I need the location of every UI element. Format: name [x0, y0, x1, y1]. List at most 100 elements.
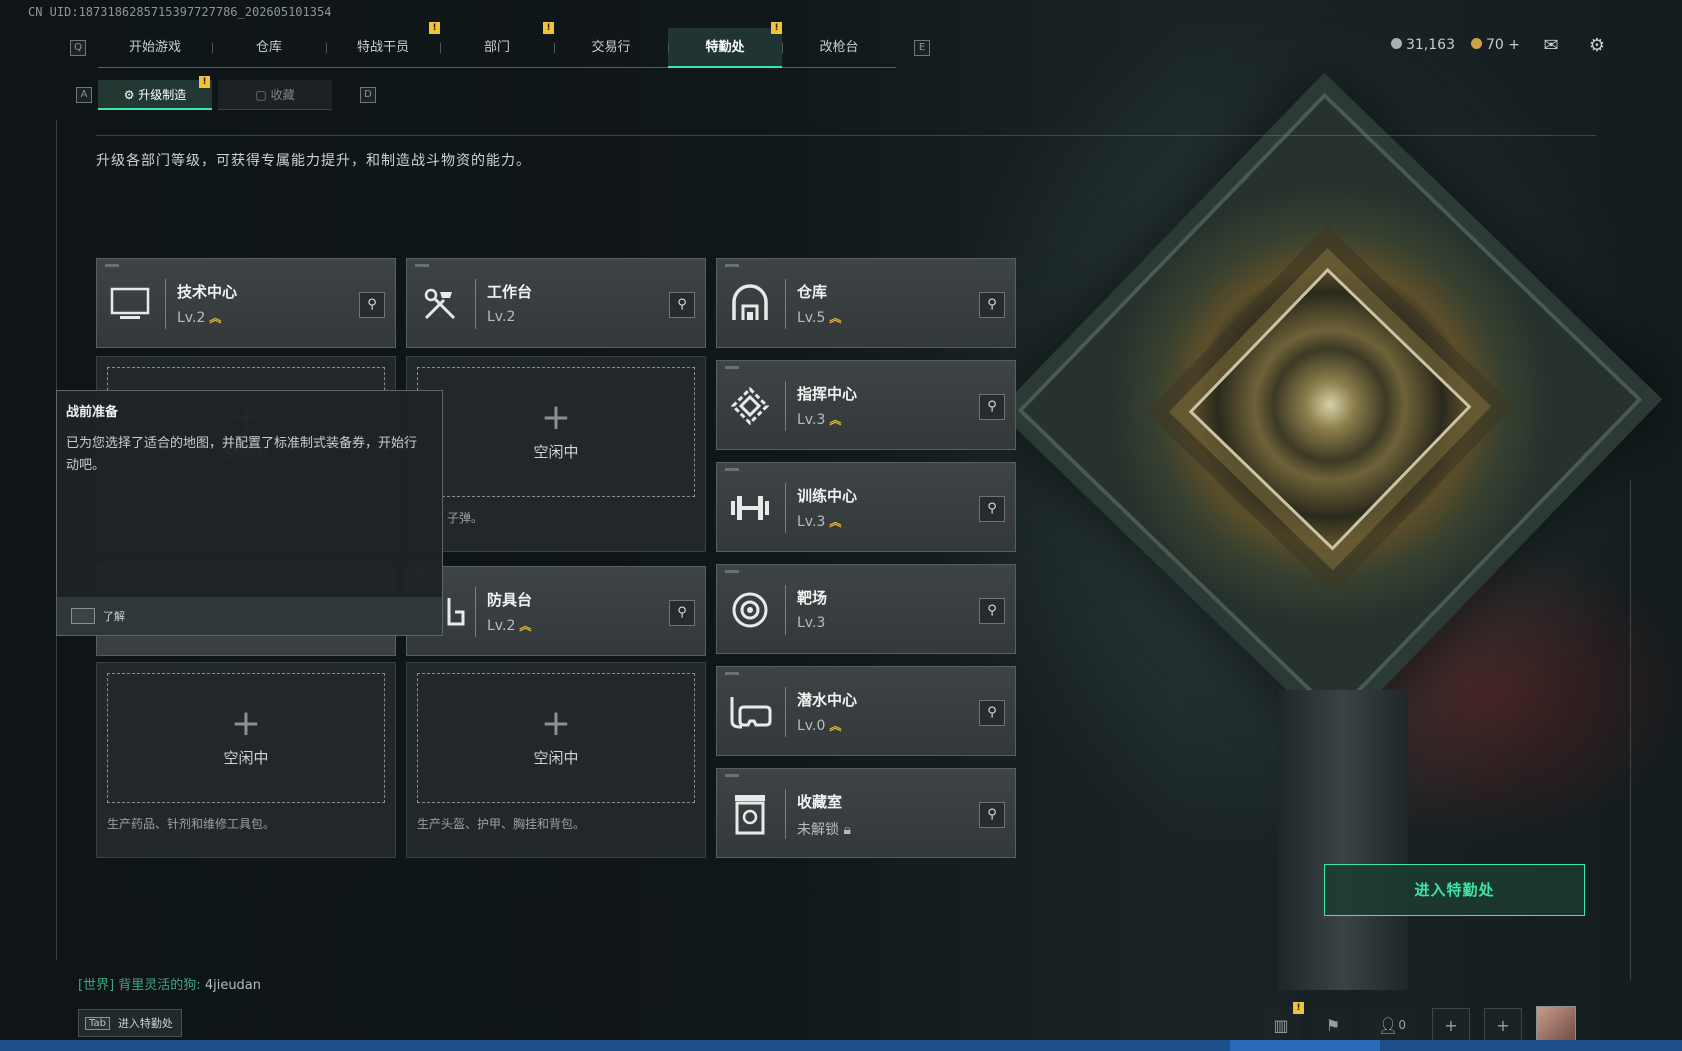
alert-badge: !: [429, 22, 440, 34]
page-description: 升级各部门等级，可获得专属能力提升，和制造战斗物资的能力。: [96, 153, 531, 169]
facility-card-collection-room[interactable]: 收藏室 未解锁 🔒︎ ⚲: [716, 768, 1016, 858]
subtab-collection[interactable]: ▢ 收藏: [218, 80, 332, 110]
avatar[interactable]: [1536, 1006, 1576, 1044]
alert-badge: !: [1293, 1002, 1304, 1014]
upgrade-arrow-icon: ︽: [829, 413, 842, 427]
tab-trading[interactable]: 交易行: [554, 28, 668, 68]
subtab-upgrade-craft[interactable]: ⚙ 升级制造!: [98, 76, 212, 110]
card-separator: [785, 585, 786, 635]
production-slot-armor[interactable]: + 空闲中 生产头盔、护甲、胸挂和背包。: [406, 662, 706, 858]
facility-card-warehouse[interactable]: 仓库 Lv.5 ︽ ⚲: [716, 258, 1016, 348]
facility-level: Lv.3 ︽: [797, 514, 842, 530]
search-icon[interactable]: ⚲: [979, 394, 1005, 420]
bottom-toolbar: ▥! ⚑ 👤︎ 0 + +: [1262, 1002, 1576, 1044]
flag-icon[interactable]: ⚑: [1314, 1008, 1352, 1042]
facility-level: Lv.3: [797, 615, 826, 631]
plus-icon: +: [540, 702, 572, 744]
facility-card-workbench[interactable]: 工作台 Lv.2 ⚲: [406, 258, 706, 348]
search-icon[interactable]: ⚲: [669, 600, 695, 626]
pre-battle-tooltip: 战前准备 已为您选择了适合的地图，并配置了标准制式装备券，开始行动吧。 了解: [56, 390, 443, 636]
card-separator: [785, 381, 786, 431]
tab-hint-button[interactable]: Tab 进入特勤处: [78, 1009, 182, 1037]
slot-status: 空闲中: [533, 748, 579, 767]
tab-warehouse[interactable]: 仓库: [212, 28, 326, 68]
diving-icon: [727, 689, 773, 735]
production-slot-workbench[interactable]: + 空闲中 子弹。: [406, 356, 706, 552]
dumbbell-icon: [727, 485, 773, 531]
facility-card-shooting-range[interactable]: 靶场 Lv.3 ⚲: [716, 564, 1016, 654]
card-separator: [475, 279, 476, 329]
search-icon[interactable]: ⚲: [359, 292, 385, 318]
facility-level: Lv.2 ︽: [487, 618, 532, 634]
tab-department[interactable]: 部门!: [440, 22, 554, 68]
chat-channel: [世界]: [78, 978, 115, 993]
search-icon[interactable]: ⚲: [979, 496, 1005, 522]
facility-level: Lv.5 ︽: [797, 310, 842, 326]
uid-label: CN UID:1873186285715397727786_2026051013…: [28, 5, 332, 19]
settings-gear-icon[interactable]: ⚙: [1582, 34, 1612, 56]
alert-badge: !: [543, 22, 554, 34]
facility-card-armor[interactable]: 防具台 Lv.2 ︽ ⚲: [406, 566, 706, 656]
tab-gunsmith[interactable]: 改枪台: [782, 28, 896, 68]
card-separator: [785, 483, 786, 533]
tooltip-body: 已为您选择了适合的地图，并配置了标准制式装备券，开始行动吧。: [66, 436, 418, 473]
slot-box[interactable]: + 空闲中: [107, 673, 385, 803]
plus-icon: +: [540, 396, 572, 438]
chat-message: 4jieudan: [204, 978, 262, 993]
facility-card-diving-center[interactable]: 潜水中心 Lv.0 ︽ ⚲: [716, 666, 1016, 756]
tooltip-confirm-button[interactable]: 了解: [103, 608, 125, 624]
background-pillar-art: [1278, 690, 1408, 990]
search-icon[interactable]: ⚲: [979, 292, 1005, 318]
tab-key: Tab: [85, 1016, 110, 1030]
facility-name: 仓库: [797, 283, 828, 301]
enter-special-ops-button[interactable]: 进入特勤处: [1324, 864, 1585, 916]
top-right-bar: 31,163 70 + ✉ ⚙: [1390, 34, 1612, 56]
world-chat-line[interactable]: [世界] 背里灵活的狗: 4jieudan: [78, 974, 261, 993]
card-tag: [725, 774, 739, 777]
facility-name: 工作台: [487, 283, 533, 301]
mail-icon[interactable]: ✉: [1536, 34, 1566, 56]
search-icon[interactable]: ⚲: [669, 292, 695, 318]
facility-name: 收藏室: [797, 793, 843, 811]
facility-card-tech-center[interactable]: 技术中心 Lv.2 ︽ ⚲: [96, 258, 396, 348]
slot-status: 空闲中: [223, 748, 269, 767]
card-separator: [785, 789, 786, 839]
tab-start-game[interactable]: 开始游戏: [98, 28, 212, 68]
search-icon[interactable]: ⚲: [979, 700, 1005, 726]
slot-description: 子弹。: [447, 511, 484, 525]
tab-operators[interactable]: 特战干员!: [326, 22, 440, 68]
search-icon[interactable]: ⚲: [979, 802, 1005, 828]
tooltip-footer: 了解: [57, 597, 442, 635]
friends-icon[interactable]: 👤︎ 0: [1366, 1008, 1418, 1042]
slot-box[interactable]: + 空闲中: [417, 367, 695, 497]
chat-sender: 背里灵活的狗:: [118, 978, 201, 993]
tab-special-ops[interactable]: 特勤处!: [668, 22, 782, 68]
facility-level: Lv.0 ︽: [797, 718, 842, 734]
add-slot-button[interactable]: +: [1432, 1008, 1470, 1042]
add-slot-button[interactable]: +: [1484, 1008, 1522, 1042]
card-separator: [785, 687, 786, 737]
facility-level: 未解锁 🔒︎: [797, 822, 851, 838]
facility-card-command-center[interactable]: 指挥中心 Lv.3 ︽ ⚲: [716, 360, 1016, 450]
facility-card-training-center[interactable]: 训练中心 Lv.3 ︽ ⚲: [716, 462, 1016, 552]
card-tag: [725, 264, 739, 267]
frame-line: [1630, 480, 1631, 980]
stats-icon[interactable]: ▥!: [1262, 1002, 1304, 1042]
slot-box[interactable]: + 空闲中: [417, 673, 695, 803]
production-slot-tech-2[interactable]: + 空闲中 生产药品、针剂和维修工具包。: [96, 662, 396, 858]
key-icon: [71, 608, 95, 624]
facility-name: 防具台: [487, 591, 533, 609]
upgrade-arrow-icon: ︽: [209, 311, 222, 325]
search-icon[interactable]: ⚲: [979, 598, 1005, 624]
alert-badge: !: [199, 76, 210, 88]
top-nav: Q 开始游戏 仓库 特战干员! 部门! 交易行 特勤处! 改枪台 E: [70, 22, 930, 68]
collection-icon: [727, 791, 773, 837]
card-separator: [475, 587, 476, 637]
gold-coin-icon: [1470, 38, 1482, 49]
add-gold-button[interactable]: +: [1508, 37, 1520, 53]
tooltip-title: 战前准备: [66, 405, 119, 420]
slot-status: 空闲中: [533, 442, 579, 461]
card-tag: [725, 468, 739, 471]
target-icon: [727, 587, 773, 633]
system-taskbar: [0, 1040, 1682, 1051]
